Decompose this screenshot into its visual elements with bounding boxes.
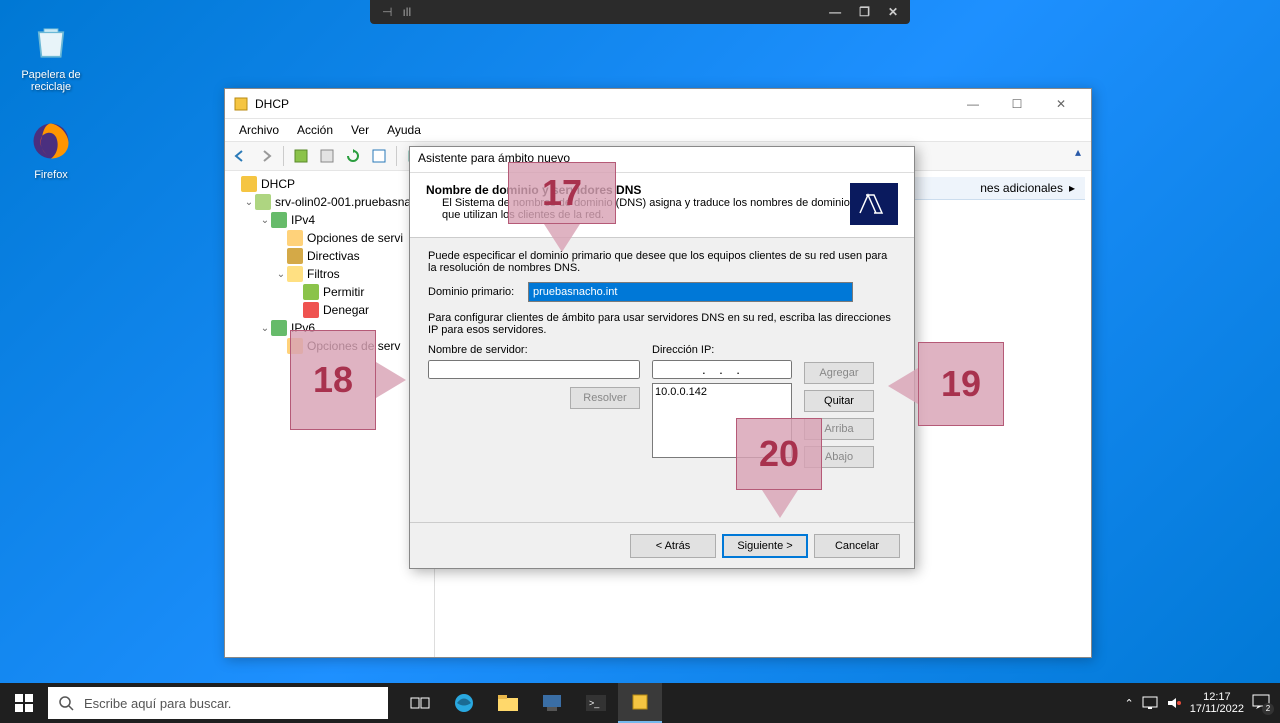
window-title: DHCP	[255, 97, 951, 111]
edge-icon[interactable]	[442, 683, 486, 723]
wizard-body-p2: Para configurar clientes de ámbito para …	[428, 312, 896, 336]
close-button[interactable]: ✕	[1039, 90, 1083, 118]
domain-label: Dominio primario:	[428, 286, 520, 298]
quitar-button[interactable]: Quitar	[804, 390, 874, 412]
search-placeholder: Escribe aquí para buscar.	[84, 696, 231, 711]
tree-server[interactable]: ⌄srv-olin02-001.pruebasna	[225, 193, 434, 211]
menu-ver[interactable]: Ver	[343, 121, 377, 139]
ip-list-item[interactable]: 10.0.0.142	[655, 386, 789, 398]
tree-dhcp-root[interactable]: DHCP	[225, 175, 434, 193]
recycle-bin-icon[interactable]: Papelera de reciclaje	[16, 20, 86, 93]
tray-icon-1[interactable]: ⌃	[1125, 697, 1134, 710]
back-button[interactable]	[229, 145, 251, 167]
recycle-bin-label: Papelera de reciclaje	[16, 69, 86, 93]
minimize-button[interactable]: —	[951, 90, 995, 118]
forward-button[interactable]	[255, 145, 277, 167]
callout-19: 19	[918, 342, 1004, 426]
system-tray: ⌃ 12:17 17/11/2022 2	[1115, 691, 1280, 715]
start-button[interactable]	[0, 683, 48, 723]
signal-icon: ıll	[402, 5, 411, 19]
server-manager-icon[interactable]	[530, 683, 574, 723]
network-icon[interactable]	[1142, 696, 1158, 710]
firefox-label: Firefox	[16, 169, 86, 181]
wizard-header-desc: El Sistema de nombres de dominio (DNS) a…	[426, 197, 850, 221]
firefox-icon[interactable]: Firefox	[16, 120, 86, 181]
remote-connection-bar: ⊣ ıll — ❐ ✕	[370, 0, 910, 24]
menu-ayuda[interactable]: Ayuda	[379, 121, 429, 139]
wizard-body-p1: Puede especificar el dominio primario qu…	[428, 250, 896, 274]
tree-ipv4[interactable]: ⌄IPv4	[225, 211, 434, 229]
sound-icon[interactable]	[1166, 696, 1182, 710]
pin-icon[interactable]: ⊣	[382, 5, 392, 19]
tree-directivas[interactable]: Directivas	[225, 247, 434, 265]
tree-opciones-v4[interactable]: Opciones de servi	[225, 229, 434, 247]
file-explorer-icon[interactable]	[486, 683, 530, 723]
callout-18: 18	[290, 330, 376, 430]
tree-denegar[interactable]: Denegar	[225, 301, 434, 319]
notification-button[interactable]: 2	[1252, 694, 1270, 713]
ip-input[interactable]	[652, 360, 792, 379]
remote-restore-button[interactable]: ❐	[855, 5, 874, 19]
menubar: Archivo Acción Ver Ayuda	[225, 119, 1091, 141]
resolver-button[interactable]: Resolver	[570, 387, 640, 409]
chevron-right-icon[interactable]: ▸	[1069, 181, 1075, 195]
toolbar-btn-1[interactable]	[290, 145, 312, 167]
wizard-header-icon	[850, 183, 898, 225]
svg-text:>_: >_	[589, 698, 600, 708]
remote-close-button[interactable]: ✕	[884, 5, 902, 19]
siguiente-button[interactable]: Siguiente >	[722, 534, 808, 558]
dhcp-app-icon	[233, 96, 249, 112]
search-icon	[58, 695, 74, 711]
callout-17: 17	[508, 162, 616, 224]
taskbar: Escribe aquí para buscar. >_ ⌃ 12:17 17/…	[0, 683, 1280, 723]
search-box[interactable]: Escribe aquí para buscar.	[48, 687, 388, 719]
callout-20: 20	[736, 418, 822, 490]
server-name-input[interactable]	[428, 360, 640, 379]
ip-label: Dirección IP:	[652, 344, 792, 356]
cancelar-button[interactable]: Cancelar	[814, 534, 900, 558]
menu-archivo[interactable]: Archivo	[231, 121, 287, 139]
chevron-up-icon[interactable]: ▴	[1075, 145, 1081, 159]
dhcp-taskbar-icon[interactable]	[618, 683, 662, 723]
server-name-label: Nombre de servidor:	[428, 344, 640, 356]
remote-minimize-button[interactable]: —	[825, 5, 845, 19]
tree-permitir[interactable]: Permitir	[225, 283, 434, 301]
domain-input[interactable]	[528, 282, 853, 302]
tree-filtros[interactable]: ⌄Filtros	[225, 265, 434, 283]
clock[interactable]: 12:17 17/11/2022	[1190, 691, 1244, 715]
new-scope-wizard-dialog: Asistente para ámbito nuevo Nombre de do…	[409, 146, 915, 569]
cmd-icon[interactable]: >_	[574, 683, 618, 723]
menu-accion[interactable]: Acción	[289, 121, 341, 139]
task-view-button[interactable]	[398, 683, 442, 723]
agregar-button[interactable]: Agregar	[804, 362, 874, 384]
toolbar-btn-4[interactable]	[368, 145, 390, 167]
refresh-button[interactable]	[342, 145, 364, 167]
maximize-button[interactable]: ☐	[995, 90, 1039, 118]
toolbar-btn-2[interactable]	[316, 145, 338, 167]
atras-button[interactable]: < Atrás	[630, 534, 716, 558]
actions-header: nes adicionales	[980, 181, 1063, 195]
wizard-title[interactable]: Asistente para ámbito nuevo	[410, 147, 914, 173]
titlebar[interactable]: DHCP — ☐ ✕	[225, 89, 1091, 119]
